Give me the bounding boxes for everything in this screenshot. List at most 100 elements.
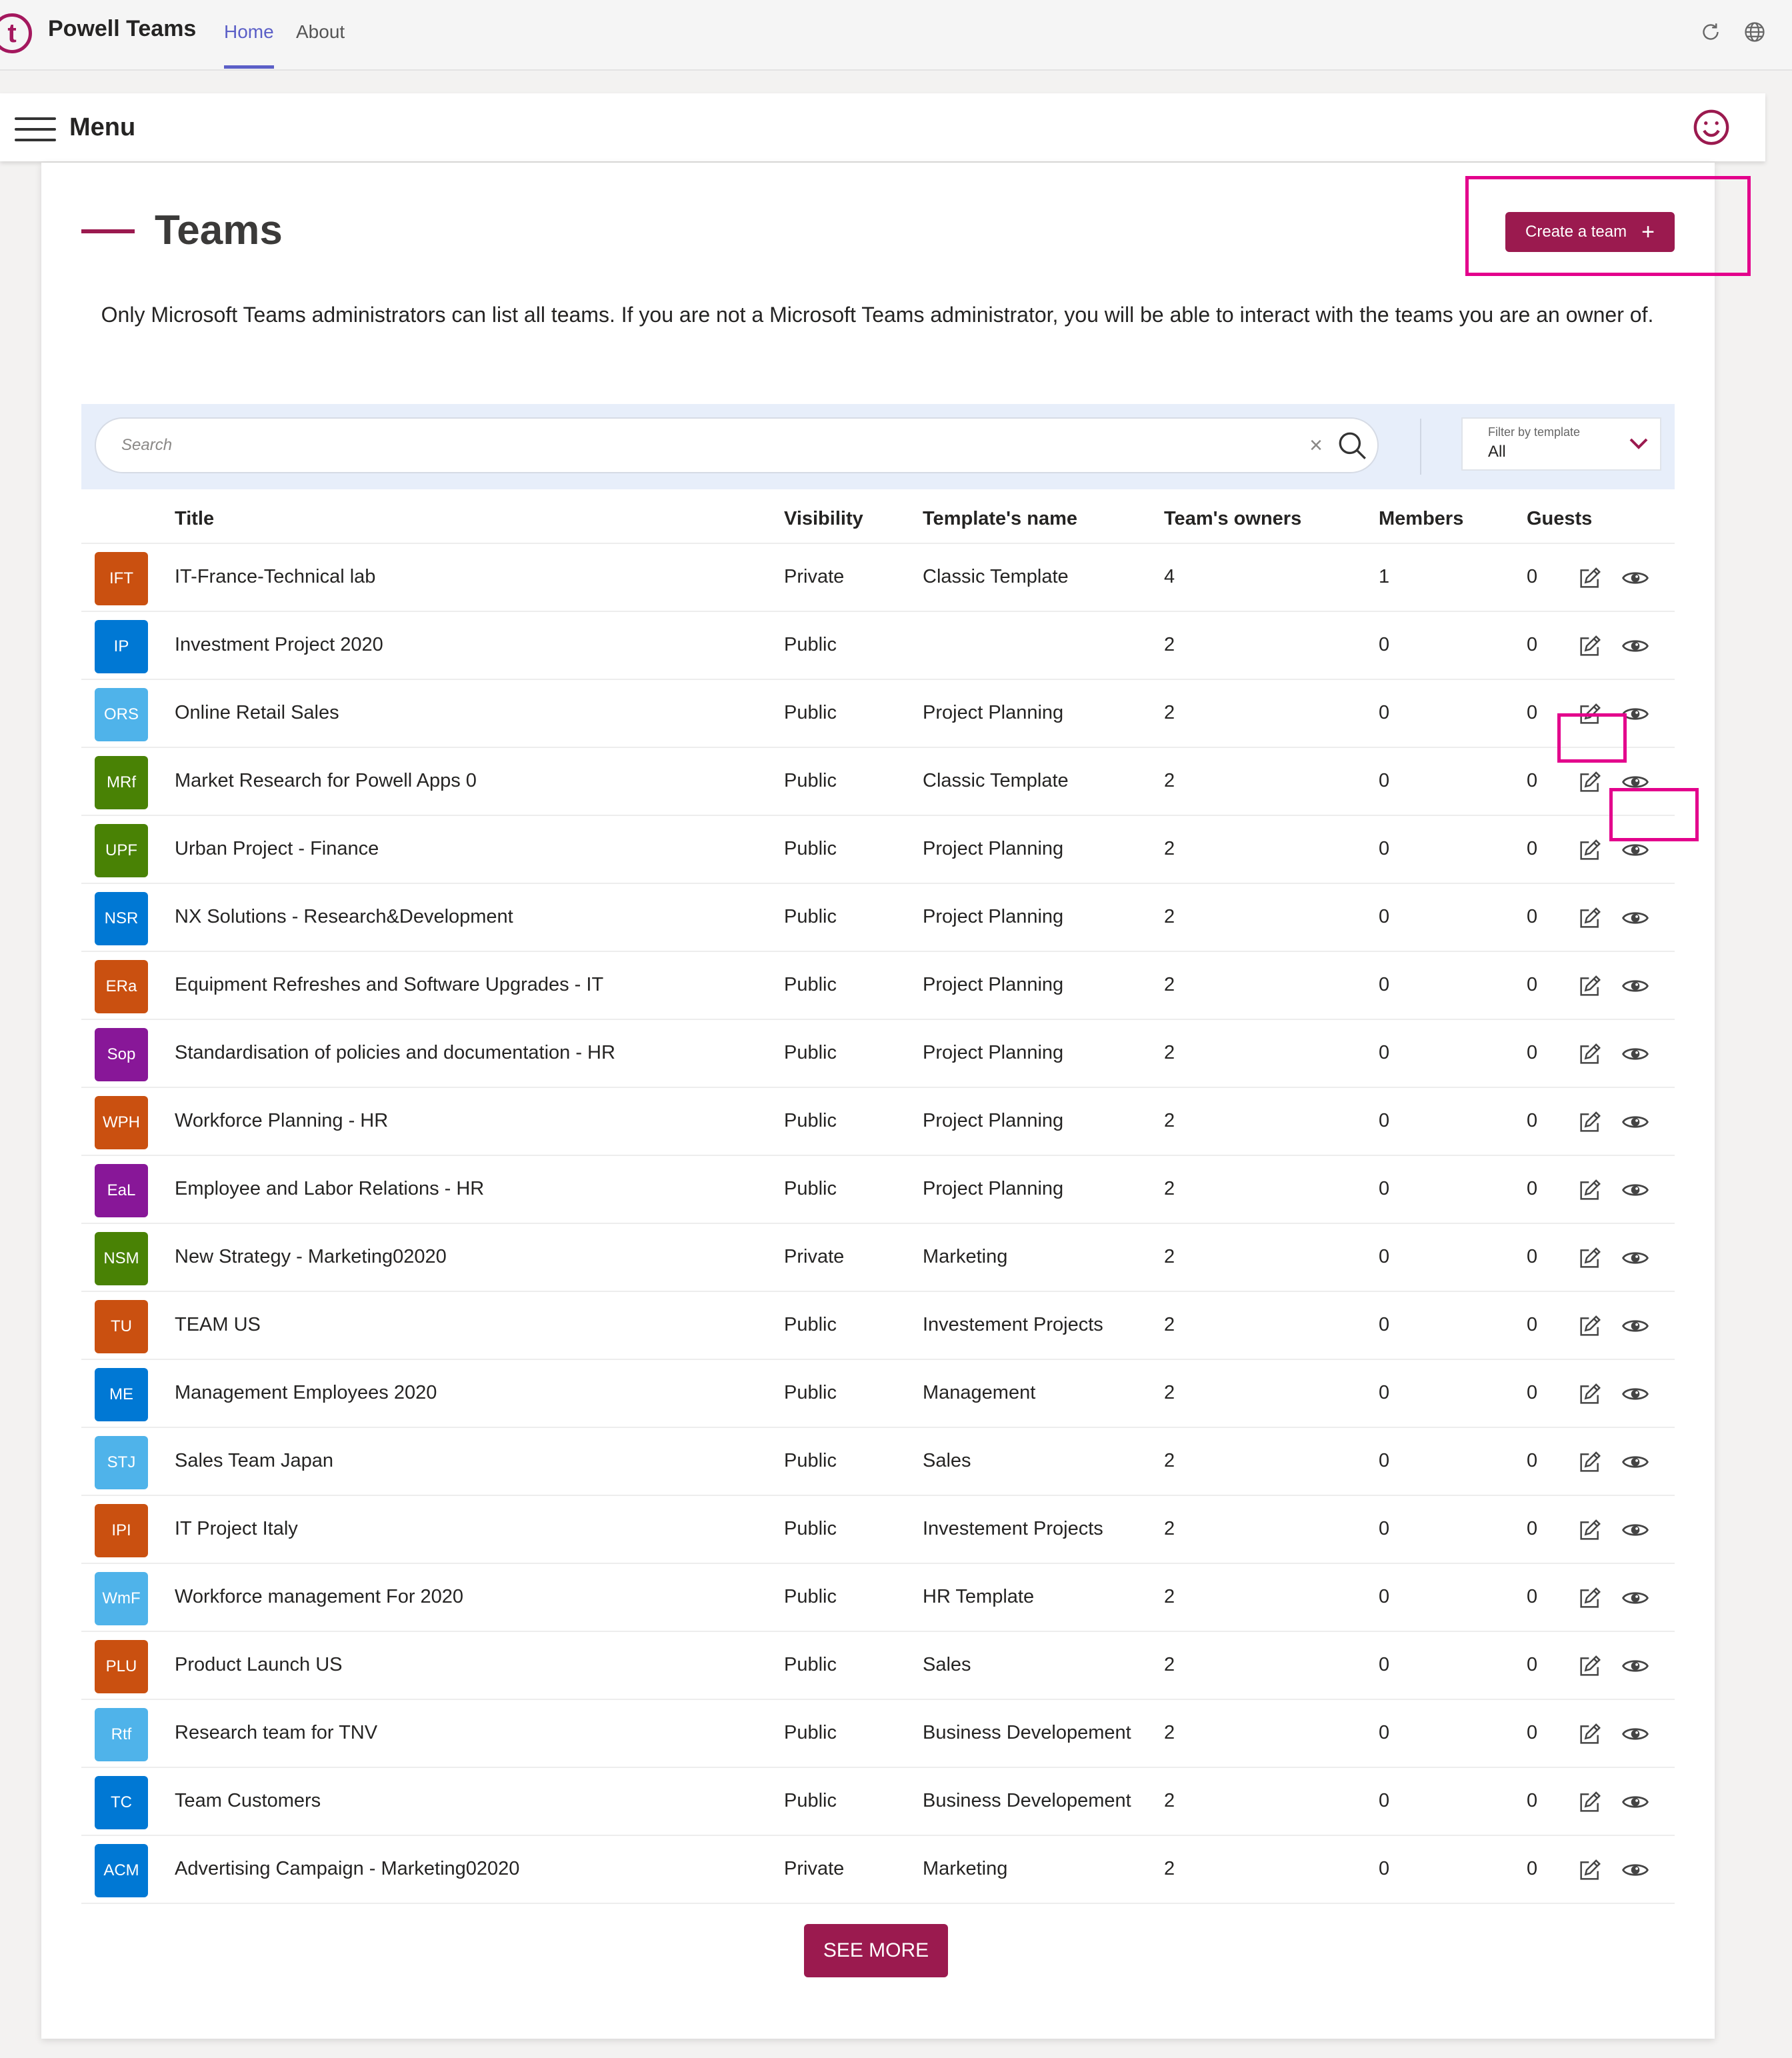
team-title[interactable]: Equipment Refreshes and Software Upgrade… xyxy=(175,974,603,996)
globe-icon[interactable] xyxy=(1743,20,1767,44)
table-row[interactable]: ACM Advertising Campaign - Marketing02020… xyxy=(81,1836,1675,1904)
eye-icon[interactable] xyxy=(1621,1860,1649,1880)
team-avatar: NSR xyxy=(95,892,148,945)
team-title[interactable]: Employee and Labor Relations - HR xyxy=(175,1178,484,1200)
eye-icon[interactable] xyxy=(1621,1180,1649,1200)
close-icon[interactable]: × xyxy=(1303,432,1329,459)
table-row[interactable]: MRf Market Research for Powell Apps 0 Publ… xyxy=(81,748,1675,816)
table-row[interactable]: IP Investment Project 2020 Public 2 0 0 xyxy=(81,612,1675,680)
team-template: Project Planning xyxy=(923,1042,1064,1063)
eye-icon[interactable] xyxy=(1621,1656,1649,1676)
team-members: 0 xyxy=(1379,1586,1390,1607)
edit-icon[interactable] xyxy=(1576,837,1604,863)
eye-icon[interactable] xyxy=(1621,976,1649,996)
team-title[interactable]: Standardisation of policies and document… xyxy=(175,1042,615,1064)
team-guests: 0 xyxy=(1527,1722,1538,1743)
team-title[interactable]: Team Customers xyxy=(175,1790,321,1812)
team-title[interactable]: IT Project Italy xyxy=(175,1518,298,1540)
search-input[interactable] xyxy=(121,431,1281,460)
smiley-icon[interactable] xyxy=(1692,108,1731,147)
edit-icon[interactable] xyxy=(1576,1245,1604,1271)
table-row[interactable]: IPI IT Project Italy Public Investement Pro… xyxy=(81,1496,1675,1564)
edit-icon[interactable] xyxy=(1576,1857,1604,1883)
table-row[interactable]: Sop Standardisation of policies and docum… xyxy=(81,1020,1675,1088)
table-row[interactable]: ME Management Employees 2020 Public Managem… xyxy=(81,1360,1675,1428)
team-title[interactable]: Management Employees 2020 xyxy=(175,1382,437,1404)
eye-icon[interactable] xyxy=(1621,636,1649,656)
team-title[interactable]: Advertising Campaign - Marketing02020 xyxy=(175,1858,519,1880)
team-title[interactable]: IT-France-Technical lab xyxy=(175,566,375,588)
edit-icon[interactable] xyxy=(1576,1789,1604,1815)
team-title[interactable]: Sales Team Japan xyxy=(175,1450,333,1472)
powell-teams-logo-icon: t xyxy=(0,13,32,53)
table-row[interactable]: NSR NX Solutions - Research&Development Pu… xyxy=(81,884,1675,952)
table-row[interactable]: STJ Sales Team Japan Public Sales 2 0 0 xyxy=(81,1428,1675,1496)
team-title[interactable]: Urban Project - Finance xyxy=(175,838,379,860)
table-row[interactable]: WPH Workforce Planning - HR Public Project … xyxy=(81,1088,1675,1156)
team-avatar: IFT xyxy=(95,552,148,605)
edit-icon[interactable] xyxy=(1576,1041,1604,1067)
team-title[interactable]: TEAM US xyxy=(175,1314,261,1336)
tab-about[interactable]: About xyxy=(296,21,345,43)
team-title[interactable]: Research team for TNV xyxy=(175,1722,377,1744)
edit-icon[interactable] xyxy=(1576,1109,1604,1135)
refresh-icon[interactable] xyxy=(1699,20,1723,44)
table-row[interactable]: WmF Workforce management For 2020 Public HR… xyxy=(81,1564,1675,1632)
edit-icon[interactable] xyxy=(1576,1517,1604,1543)
edit-icon[interactable] xyxy=(1576,1177,1604,1203)
eye-icon[interactable] xyxy=(1621,1452,1649,1472)
hamburger-menu-icon[interactable] xyxy=(15,117,56,141)
edit-icon[interactable] xyxy=(1576,973,1604,999)
edit-icon[interactable] xyxy=(1576,905,1604,931)
table-row[interactable]: TU TEAM US Public Investement Projects 2 0 0 xyxy=(81,1292,1675,1360)
table-row[interactable]: PLU Product Launch US Public Sales 2 0 0 xyxy=(81,1632,1675,1700)
team-title[interactable]: NX Solutions - Research&Development xyxy=(175,906,513,928)
edit-icon[interactable] xyxy=(1576,1381,1604,1407)
eye-icon[interactable] xyxy=(1621,1248,1649,1268)
team-guests: 0 xyxy=(1527,566,1538,587)
table-row[interactable]: ORS Online Retail Sales Public Project Plan… xyxy=(81,680,1675,748)
edit-icon[interactable] xyxy=(1576,1313,1604,1339)
eye-icon[interactable] xyxy=(1621,1588,1649,1608)
team-title[interactable]: Workforce management For 2020 xyxy=(175,1586,463,1608)
eye-icon[interactable] xyxy=(1621,1316,1649,1336)
eye-icon[interactable] xyxy=(1621,1112,1649,1132)
edit-icon[interactable] xyxy=(1576,1585,1604,1611)
table-row[interactable]: EaL Employee and Labor Relations - HR Publ… xyxy=(81,1156,1675,1224)
search-icon[interactable] xyxy=(1336,429,1369,463)
eye-icon[interactable] xyxy=(1621,1724,1649,1744)
edit-icon[interactable] xyxy=(1576,1721,1604,1747)
table-row[interactable]: ERa Equipment Refreshes and Software Upgr… xyxy=(81,952,1675,1020)
tab-home[interactable]: Home xyxy=(224,21,274,69)
team-title[interactable]: Workforce Planning - HR xyxy=(175,1110,388,1132)
eye-icon[interactable] xyxy=(1621,1384,1649,1404)
team-avatar: ERa xyxy=(95,960,148,1013)
menu-label[interactable]: Menu xyxy=(69,113,135,142)
table-row[interactable]: TC Team Customers Public Business Developem… xyxy=(81,1768,1675,1836)
eye-icon[interactable] xyxy=(1621,1044,1649,1064)
team-title[interactable]: New Strategy - Marketing02020 xyxy=(175,1246,447,1268)
team-title[interactable]: Product Launch US xyxy=(175,1654,342,1676)
team-title[interactable]: Market Research for Powell Apps 0 xyxy=(175,770,477,792)
view-icon-highlight xyxy=(1609,788,1699,841)
edit-icon[interactable] xyxy=(1576,1449,1604,1475)
eye-icon[interactable] xyxy=(1621,568,1649,588)
team-title[interactable]: Online Retail Sales xyxy=(175,702,339,724)
edit-icon[interactable] xyxy=(1576,1653,1604,1679)
eye-icon[interactable] xyxy=(1621,908,1649,928)
search-toolbar: × Filter by template All xyxy=(81,404,1675,489)
edit-icon[interactable] xyxy=(1576,565,1604,591)
team-title[interactable]: Investment Project 2020 xyxy=(175,634,383,656)
edit-icon[interactable] xyxy=(1576,633,1604,659)
eye-icon[interactable] xyxy=(1621,1520,1649,1540)
edit-icon[interactable] xyxy=(1576,769,1604,795)
see-more-button[interactable]: SEE MORE xyxy=(804,1924,948,1977)
template-filter-dropdown[interactable]: Filter by template All xyxy=(1461,417,1661,471)
table-row[interactable]: Rtf Research team for TNV Public Business D… xyxy=(81,1700,1675,1768)
eye-icon[interactable] xyxy=(1621,1792,1649,1812)
table-row[interactable]: UPF Urban Project - Finance Public Project … xyxy=(81,816,1675,884)
table-row[interactable]: NSM New Strategy - Marketing02020 Private M… xyxy=(81,1224,1675,1292)
eye-icon[interactable] xyxy=(1621,840,1649,860)
team-avatar: WmF xyxy=(95,1572,148,1625)
table-row[interactable]: IFT IT-France-Technical lab Private Classic… xyxy=(81,544,1675,612)
